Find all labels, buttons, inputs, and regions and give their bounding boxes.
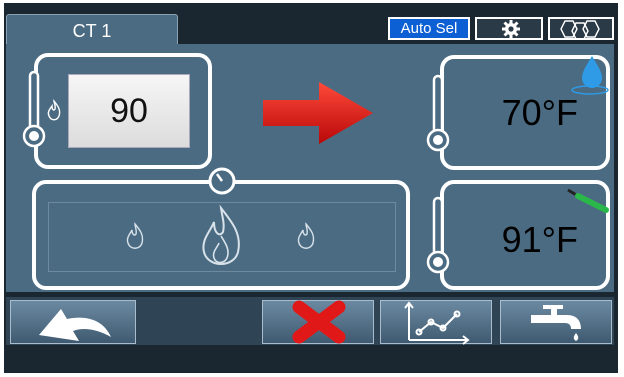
setpoint-value[interactable]: 90 bbox=[68, 74, 190, 148]
thermometer-icon bbox=[426, 196, 450, 274]
small-flame-icon bbox=[297, 222, 315, 249]
water-temp-value: 70°F bbox=[501, 92, 578, 133]
back-button[interactable] bbox=[10, 300, 136, 344]
water-drop-icon bbox=[571, 56, 609, 95]
cancel-icon bbox=[292, 300, 346, 344]
small-flame-icon bbox=[126, 222, 144, 249]
flame-outline-icon bbox=[47, 99, 61, 121]
thermometer-icon bbox=[426, 74, 450, 152]
cancel-button[interactable] bbox=[262, 300, 374, 344]
back-icon bbox=[39, 309, 111, 341]
auto-sel-button[interactable]: Auto Sel bbox=[388, 17, 470, 40]
settings-button[interactable] bbox=[475, 17, 543, 40]
graph-icon bbox=[404, 301, 470, 345]
gear-icon bbox=[502, 20, 520, 38]
tab-ct1[interactable]: CT 1 bbox=[6, 14, 178, 47]
flow-arrow bbox=[263, 82, 373, 144]
thermometer-icon bbox=[22, 70, 46, 148]
probe-icon bbox=[567, 188, 609, 213]
tap-icon bbox=[531, 305, 581, 341]
tap-button[interactable] bbox=[500, 300, 612, 344]
timer-icon bbox=[208, 167, 236, 195]
flue-temp-value: 91°F bbox=[501, 219, 578, 260]
dcn-icon bbox=[560, 20, 600, 40]
large-flame-icon bbox=[202, 204, 240, 265]
graph-button[interactable] bbox=[380, 300, 492, 345]
dcn-button[interactable] bbox=[548, 17, 614, 40]
